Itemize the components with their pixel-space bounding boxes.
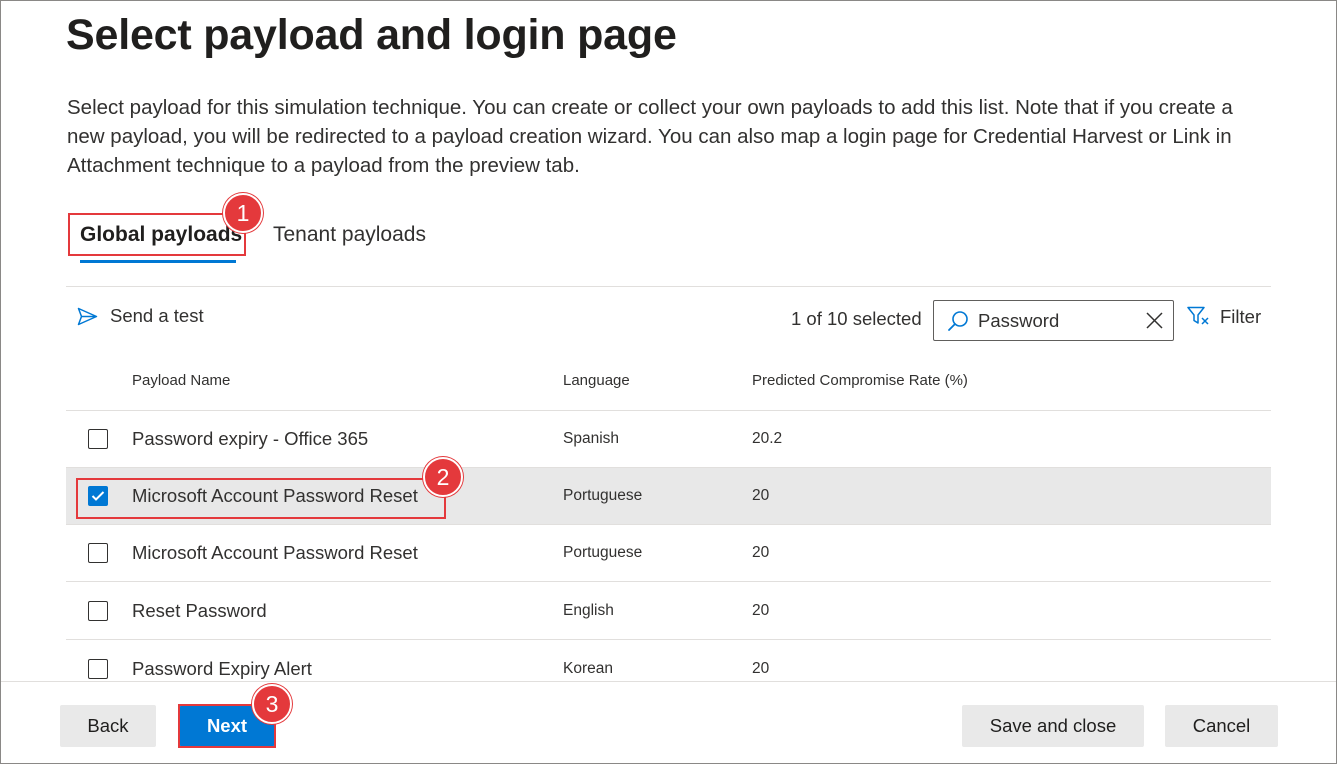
payload-rate: 20: [752, 487, 770, 504]
row-checkbox[interactable]: [88, 659, 108, 679]
payload-rate: 20.2: [752, 430, 783, 447]
payload-name[interactable]: Reset Password: [132, 600, 267, 622]
payload-rate: 20: [752, 660, 770, 677]
save-and-close-button[interactable]: Save and close: [962, 705, 1144, 747]
row-checkbox[interactable]: [88, 429, 108, 449]
table-row[interactable]: Password expiry - Office 365 Spanish 20.…: [66, 411, 1271, 468]
table-row[interactable]: Reset Password English 20: [66, 583, 1271, 640]
send-icon: [77, 307, 98, 325]
page-title: Select payload and login page: [66, 11, 677, 59]
payload-language: Portuguese: [563, 487, 643, 504]
step-badge-2: 2: [423, 457, 463, 497]
back-button[interactable]: Back: [60, 705, 156, 747]
row-divider: [66, 639, 1271, 640]
column-header-payload-name[interactable]: Payload Name: [132, 372, 230, 389]
column-header-compromise-rate[interactable]: Predicted Compromise Rate (%): [752, 372, 968, 389]
page-description: Select payload for this simulation techn…: [67, 96, 1233, 177]
payload-language: Korean: [563, 660, 613, 677]
filter-button[interactable]: Filter: [1187, 306, 1261, 328]
payload-name[interactable]: Password expiry - Office 365: [132, 428, 368, 450]
checkmark-icon: [91, 491, 105, 501]
send-test-button[interactable]: Send a test: [77, 305, 204, 327]
row-checkbox[interactable]: [88, 601, 108, 621]
table-row[interactable]: Microsoft Account Password Reset Portugu…: [66, 525, 1271, 582]
active-tab-indicator: [80, 260, 236, 263]
selected-count: 1 of 10 selected: [791, 308, 922, 329]
row-checkbox[interactable]: [88, 543, 108, 563]
step-badge-1: 1: [223, 193, 263, 233]
clear-search-icon[interactable]: [1145, 311, 1164, 330]
payload-name[interactable]: Microsoft Account Password Reset: [132, 542, 418, 564]
payload-language: English: [563, 602, 614, 619]
cancel-button[interactable]: Cancel: [1165, 705, 1278, 747]
payload-rate: 20: [752, 544, 770, 561]
step-badge-3: 3: [252, 684, 292, 724]
payload-rate: 20: [752, 602, 770, 619]
row-checkbox-checked[interactable]: [88, 486, 108, 506]
tab-tenant-payloads[interactable]: Tenant payloads: [273, 223, 426, 247]
wizard-page: Select payload and login page Select pay…: [0, 0, 1337, 764]
search-box[interactable]: [933, 300, 1174, 341]
toolbar-divider: [66, 286, 1271, 287]
payload-language: Portuguese: [563, 544, 643, 561]
filter-label: Filter: [1220, 306, 1262, 327]
tab-global-payloads[interactable]: Global payloads: [80, 223, 242, 247]
column-header-language[interactable]: Language: [563, 372, 630, 389]
payload-language: Spanish: [563, 430, 620, 447]
search-input[interactable]: [978, 308, 1128, 334]
payload-name[interactable]: Microsoft Account Password Reset: [132, 485, 418, 507]
send-test-label: Send a test: [110, 305, 204, 326]
search-icon: [948, 311, 968, 331]
table-row-selected[interactable]: Microsoft Account Password Reset Portugu…: [66, 468, 1271, 525]
row-divider: [66, 581, 1271, 582]
payload-name[interactable]: Password Expiry Alert: [132, 658, 312, 680]
filter-icon: [1187, 306, 1209, 325]
